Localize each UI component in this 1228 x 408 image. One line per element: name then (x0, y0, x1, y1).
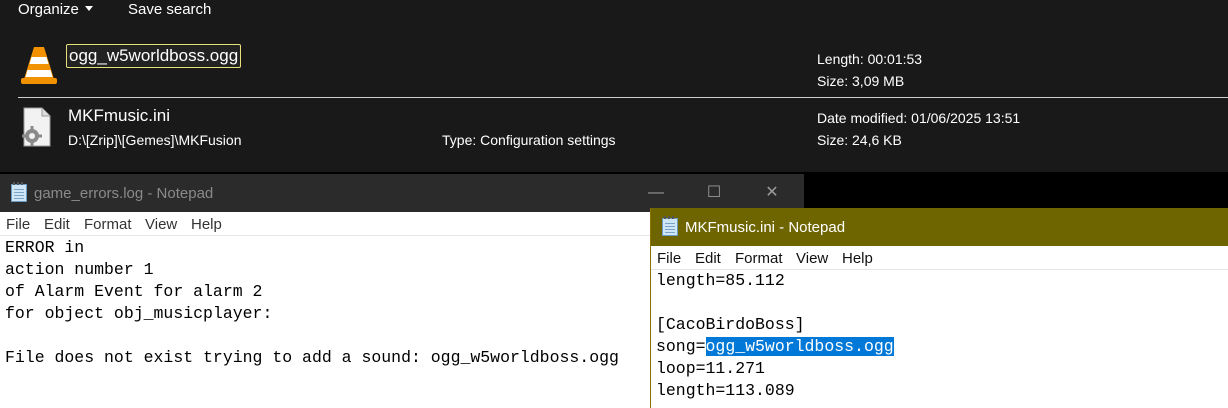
vlc-cone-icon (21, 47, 57, 84)
length-value: Length: 00:01:53 (817, 51, 923, 67)
selected-text[interactable]: ogg_w5worldboss.ogg (705, 337, 894, 356)
window-title: game_errors.log - Notepad (34, 185, 214, 202)
search-results: ogg_w5worldboss.ogg Length: 00:01:53 Siz… (0, 30, 1228, 172)
notepad-ini-titlebar[interactable]: MKFmusic.ini - Notepad (651, 208, 1228, 246)
file-path: D:\[Zrip]\[Gemes]\MKFusion (68, 132, 242, 148)
text-line: action number 1 (5, 260, 154, 279)
text-line: [CacoBirdoBoss] (656, 315, 805, 334)
menu-file[interactable]: File (657, 250, 681, 267)
text-line: ERROR in (5, 238, 85, 257)
text-line: song=ogg_w5worldboss.ogg (656, 336, 894, 358)
file-name[interactable]: MKFmusic.ini (68, 106, 170, 126)
notepad-ini-menubar: File Edit Format View Help (651, 246, 1228, 270)
text-line: length=85.112 (656, 271, 785, 290)
notepad-icon (11, 182, 27, 202)
notepad-errors-titlebar[interactable]: game_errors.log - Notepad — ☐ ✕ (0, 174, 804, 212)
result-item-ogg[interactable]: ogg_w5worldboss.ogg Length: 00:01:53 Siz… (0, 30, 1228, 96)
text-line: length=113.089 (656, 381, 795, 400)
size-value: Size: 24,6 KB (817, 132, 902, 148)
text-line: of Alarm Event for alarm 2 (5, 282, 263, 301)
text-line: File does not exist trying to add a soun… (5, 348, 619, 367)
result-item-ini[interactable]: MKFmusic.ini D:\[Zrip]\[Gemes]\MKFusion … (0, 98, 1228, 172)
text-line: loop=11.271 (656, 359, 765, 378)
menu-edit[interactable]: Edit (695, 250, 721, 267)
date-modified: Date modified: 01/06/2025 13:51 (817, 110, 1021, 126)
save-search-button[interactable]: Save search (128, 1, 211, 19)
chevron-down-icon (84, 6, 93, 11)
menu-view[interactable]: View (145, 216, 177, 233)
explorer-toolbar: Organize Save search (0, 0, 1228, 30)
file-type: Type: Configuration settings (442, 132, 616, 148)
minimize-button[interactable]: — (643, 182, 669, 204)
text-line: for object obj_musicplayer: (5, 304, 273, 323)
menu-help[interactable]: Help (191, 216, 222, 233)
organize-button[interactable]: Organize (18, 1, 93, 19)
organize-label: Organize (18, 1, 79, 18)
menu-view[interactable]: View (796, 250, 828, 267)
notepad-errors-menubar: File Edit Format View Help (0, 212, 650, 236)
config-file-icon (22, 107, 51, 147)
menu-file[interactable]: File (6, 216, 30, 233)
menu-help[interactable]: Help (842, 250, 873, 267)
menu-edit[interactable]: Edit (44, 216, 70, 233)
maximize-button[interactable]: ☐ (701, 182, 727, 204)
size-value: Size: 3,09 MB (817, 73, 905, 89)
notepad-ini-window: MKFmusic.ini - Notepad File Edit Format … (650, 208, 1228, 408)
notepad-errors-textarea[interactable]: ERROR in action number 1 of Alarm Event … (0, 236, 650, 408)
menu-format[interactable]: Format (84, 216, 132, 233)
rename-input[interactable]: ogg_w5worldboss.ogg (66, 44, 242, 68)
notepad-ini-textarea[interactable]: length=85.112 [CacoBirdoBoss] song=ogg_w… (651, 270, 1228, 408)
text-segment: song= (656, 337, 706, 356)
notepad-icon (662, 216, 678, 236)
menu-format[interactable]: Format (735, 250, 783, 267)
window-title: MKFmusic.ini - Notepad (685, 219, 846, 236)
close-button[interactable]: ✕ (759, 182, 785, 204)
